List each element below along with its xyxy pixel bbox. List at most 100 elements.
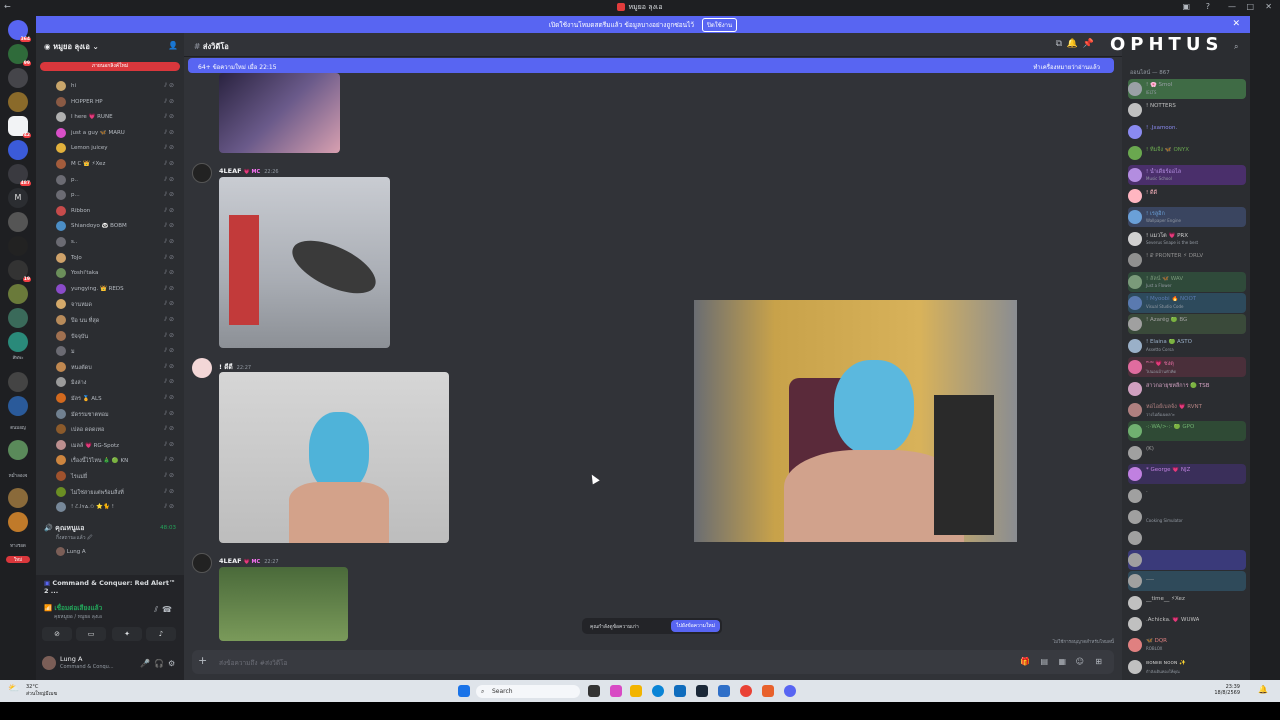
notification-icon[interactable]: 🔔 — [1258, 685, 1268, 694]
disconnect-icon[interactable]: ☎ — [162, 605, 172, 614]
sidebar-member-row[interactable]: yungying. 👑 REDS ⫽ ⊘ — [56, 283, 180, 296]
member-list-item[interactable]: ! NOTTERS — [1128, 100, 1246, 120]
avatar[interactable] — [192, 553, 212, 573]
member-list-item[interactable] — [1128, 528, 1246, 548]
gif-icon[interactable]: ▤ — [1040, 657, 1048, 666]
app-icon[interactable] — [718, 685, 730, 697]
edge-icon[interactable] — [652, 685, 664, 697]
server-icon[interactable]: 19 — [8, 260, 31, 282]
message-composer[interactable]: + ส่งข้อความถึง #ส่งวิดีโอ 🎁 ▤ ▦ ☺ ⊞ — [192, 650, 1114, 674]
member-list-item[interactable]: ! น้ำเดียร์ออไล Music School — [1128, 164, 1246, 185]
sidebar-member-row[interactable]: เรื่องนี้ไว้ไหน 🎄 🟢 KN ⫽ ⊘ — [56, 454, 180, 467]
user-avatar[interactable] — [42, 656, 56, 670]
copilot-icon[interactable] — [610, 685, 622, 697]
member-list-item[interactable]: ! Myoobi 🔥 NOOT Visual Studio Code — [1128, 293, 1246, 313]
server-icon[interactable] — [8, 440, 28, 460]
server-icon[interactable] — [8, 140, 28, 160]
server-icon[interactable] — [8, 488, 28, 508]
file-explorer-icon[interactable] — [630, 685, 642, 697]
avatar[interactable] — [192, 358, 212, 378]
sidebar-member-row[interactable]: ไม่ใช่สายแต่พร้อมสิ่งที่ ⫽ ⊘ — [56, 486, 180, 499]
member-list-item[interactable]: ! ลัลน์ 🦋 WAV Just a Flower — [1128, 271, 1246, 292]
new-messages-bar[interactable]: 64+ ข้อความใหม่ เมื่อ 22:15 ทำเครื่องหมา… — [188, 58, 1114, 73]
start-button[interactable] — [458, 685, 470, 697]
threads-icon[interactable]: ⧉ — [1056, 39, 1062, 49]
guild-header[interactable]: ◉ หมูยอ ลุงเอ ⌄ — [44, 41, 99, 53]
voice-user[interactable]: Lung A — [56, 547, 86, 556]
discord-taskbar-icon[interactable] — [784, 685, 796, 697]
sidebar-member-row[interactable]: เปลอ ดดดเทอ ⫽ ⊘ — [56, 423, 180, 436]
sidebar-member-row[interactable]: มัดรรมชาตทอม ⫽ ⊘ — [56, 408, 180, 421]
screen-share-button[interactable]: ▭ — [76, 627, 106, 641]
sidebar-member-row[interactable]: hi ⫽ ⊘ — [56, 80, 180, 93]
sidebar-member-row[interactable]: I here 💗 RUNE ⫽ ⊘ — [56, 111, 180, 124]
sidebar-member-row[interactable]: ToJo ⫽ ⊘ — [56, 252, 180, 265]
emoji-icon[interactable]: ☺ — [1076, 657, 1084, 666]
member-list-item[interactable]: ! ทีมจีง 🦋 ONYX — [1128, 143, 1246, 163]
stream-popout-video[interactable] — [694, 300, 1017, 542]
server-icon[interactable] — [8, 284, 28, 304]
sidebar-member-row[interactable]: มิงล่าง ⫽ ⊘ — [56, 376, 180, 389]
member-list-item[interactable]: · — [1128, 486, 1246, 506]
camera-button[interactable]: ⊘ — [42, 627, 72, 641]
app-icon[interactable] — [762, 685, 774, 697]
sidebar-member-row[interactable]: just a guy 🦋 MARU ⫽ ⊘ — [56, 127, 180, 140]
settings-gear-icon[interactable]: ⚙ — [168, 659, 175, 668]
sidebar-member-row[interactable]: Lemon juicey ⫽ ⊘ — [56, 142, 180, 155]
notification-bell-icon[interactable]: 🔔 — [1067, 39, 1078, 49]
server-icon[interactable] — [8, 512, 28, 532]
add-member-icon[interactable]: 👤 — [168, 41, 178, 50]
member-list-item[interactable]: ! Azarêg 🟢 BG — [1128, 314, 1246, 335]
jump-to-present-button[interactable]: ไปยังข้อความใหม่ — [671, 620, 720, 632]
close-banner-icon[interactable]: ✕ — [1232, 19, 1240, 29]
server-icon-m[interactable]: M — [8, 188, 28, 208]
message-author[interactable]: ! ดีดี — [219, 363, 233, 371]
image-attachment-gas-station[interactable] — [219, 177, 390, 348]
member-list-item[interactable]: ___ — [1128, 571, 1246, 592]
maximize-button[interactable]: □ — [1246, 2, 1254, 11]
close-window-button[interactable]: ✕ — [1265, 2, 1272, 11]
search-icon[interactable]: ⌕ — [1234, 42, 1238, 52]
member-list-item[interactable]: ! ₽ PRONTER ⚡ DRLV — [1128, 250, 1246, 270]
member-list-item[interactable]: ! Elaina 🟢 ASTO Assetto Corsa — [1128, 336, 1246, 356]
server-icon[interactable] — [8, 92, 28, 112]
voice-channel[interactable]: 🔊 คุณหนูแอ — [44, 523, 84, 534]
member-list-item[interactable]: ! ดีดี — [1128, 186, 1246, 206]
taskbar-search[interactable]: ⌕ Search — [476, 685, 580, 698]
disable-streamer-mode-button[interactable]: ปิดใช้งาน — [702, 17, 738, 32]
member-list-item[interactable]: ! เรลูอิก Wallpaper Engine — [1128, 207, 1246, 228]
server-icon[interactable] — [8, 308, 28, 328]
server-icon[interactable] — [8, 68, 28, 88]
message-author[interactable]: 4LEAF — [219, 167, 242, 175]
member-list-item[interactable]: ᴿᵁᴺ 💗 ชงตุ ไปนอนบ้านหัวคิด — [1128, 357, 1246, 378]
server-icon[interactable]: 487 — [8, 164, 31, 186]
message-author[interactable]: 4LEAF — [219, 557, 242, 565]
sidebar-member-row[interactable]: p... ⫽ ⊘ — [56, 189, 180, 202]
gift-icon[interactable]: 🎁 — [1020, 657, 1030, 666]
sidebar-member-row[interactable]: ! ℰ.lʏᴀ.✩ ⭐🐈 ! ⫽ ⊘ — [56, 501, 180, 514]
sidebar-member-row[interactable]: มัลร 🏅 ALS ⫽ ⊘ — [56, 392, 180, 405]
server-icon[interactable] — [8, 396, 28, 416]
server-icon[interactable] — [8, 372, 28, 392]
sidebar-member-row[interactable]: จานหมด ⫽ ⊘ — [56, 298, 180, 311]
member-list-item[interactable]: หอไอย์เบลจ้ง 💗 RVNT วางไม่ต้องเคลาะ — [1128, 400, 1246, 420]
task-view-icon[interactable] — [588, 685, 600, 697]
server-icon[interactable] — [8, 332, 28, 352]
external-link-button[interactable]: ภายนอกลิงค์ใหม่ — [40, 62, 180, 71]
server-icon[interactable] — [8, 212, 28, 232]
image-attachment-anime[interactable] — [219, 73, 340, 153]
sidebar-member-row[interactable]: s.. ⫽ ⊘ — [56, 236, 180, 249]
home-server-icon[interactable]: 364 — [8, 20, 31, 42]
pin-icon[interactable]: 📌 — [1083, 39, 1094, 49]
new-badge[interactable]: ใหม่ — [6, 556, 30, 563]
member-list-item[interactable]: สาวกอายุชหลีการ 🟢 TSB — [1128, 379, 1246, 399]
sticker-icon[interactable]: ▦ — [1058, 657, 1066, 666]
apps-icon[interactable]: ⊞ — [1095, 657, 1102, 666]
steam-icon[interactable] — [696, 685, 708, 697]
member-list-item[interactable]: ! .Jxamoon. — [1128, 122, 1246, 142]
server-icon-active[interactable]: 42 — [8, 116, 31, 138]
sidebar-member-row[interactable]: ป๊อ นน ที่สุด ⫽ ⊘ — [56, 314, 180, 327]
server-icon[interactable]: 99 — [8, 44, 31, 66]
sidebar-member-row[interactable]: ปัจจุบัน ⫽ ⊘ — [56, 330, 180, 343]
sidebar-member-row[interactable]: M C 👑 ⚡Xez ⫽ ⊘ — [56, 158, 180, 171]
